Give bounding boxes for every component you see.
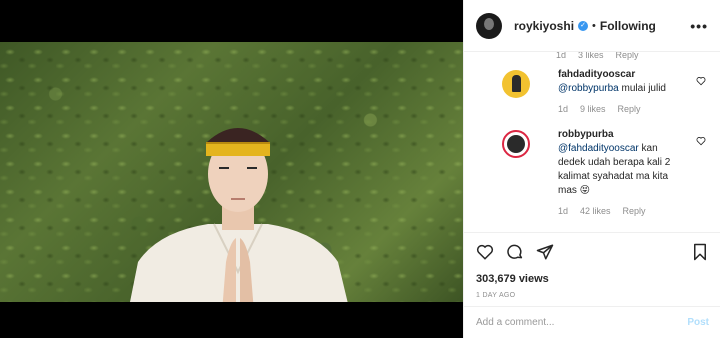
reply-button[interactable]: Reply <box>616 52 639 60</box>
video-frame[interactable] <box>0 42 463 302</box>
comment-text: robbypurba @fahdadityooscar kan dedek ud… <box>558 128 686 198</box>
comment-item: fahdadityooscar @robbypurba mulai julid … <box>502 68 716 114</box>
more-options-icon[interactable]: ••• <box>690 18 708 34</box>
commenter-avatar[interactable] <box>502 130 530 158</box>
following-button[interactable]: Following <box>600 19 656 33</box>
comment-mention[interactable]: @fahdadityooscar <box>558 143 639 154</box>
comment-likes[interactable]: 3 likes <box>578 52 604 60</box>
comment-input[interactable] <box>476 317 688 328</box>
comment-body: mulai julid <box>618 83 666 94</box>
add-comment-bar: Post <box>464 306 720 338</box>
like-comment-heart-icon[interactable] <box>696 136 706 146</box>
post-timestamp[interactable]: 1 DAY AGO <box>476 292 709 299</box>
comment-mention[interactable]: @robbypurba <box>558 83 619 94</box>
comment-meta: 1d 42 likes Reply <box>558 206 716 216</box>
author-username[interactable]: roykiyoshi <box>514 19 574 33</box>
save-bookmark-icon[interactable] <box>691 243 709 261</box>
comment-time: 1d <box>558 206 569 216</box>
commenter-username[interactable]: robbypurba <box>558 129 614 140</box>
comment-likes[interactable]: 9 likes <box>580 104 606 114</box>
partial-comment-meta: 1d 3 likes Reply <box>556 52 639 60</box>
commenter-avatar[interactable] <box>502 70 530 98</box>
comment-text: fahdadityooscar @robbypurba mulai julid <box>558 68 686 96</box>
comment-time: 1d <box>558 104 569 114</box>
like-comment-heart-icon[interactable] <box>696 76 706 86</box>
commenter-username[interactable]: fahdadityooscar <box>558 69 635 80</box>
comment-time: 1d <box>556 52 567 60</box>
share-send-icon[interactable] <box>536 243 554 261</box>
author-avatar[interactable] <box>476 12 502 39</box>
post-comment-button[interactable]: Post <box>687 317 709 328</box>
separator-dot: • <box>592 19 596 32</box>
reply-button[interactable]: Reply <box>618 104 641 114</box>
comment-bubble-icon[interactable] <box>506 243 524 261</box>
post-sidebar: roykiyoshi ✓ • Following ••• 1d 3 likes … <box>463 0 720 338</box>
action-icons <box>476 241 709 263</box>
post-header: roykiyoshi ✓ • Following ••• <box>464 0 720 52</box>
verified-badge-icon: ✓ <box>578 20 589 31</box>
view-count[interactable]: 303,679 views <box>476 273 709 285</box>
person-illustration <box>130 128 348 302</box>
comment-item: robbypurba @fahdadityooscar kan dedek ud… <box>502 128 716 216</box>
comments-list[interactable]: 1d 3 likes Reply fahdadityooscar @robbyp… <box>464 52 720 232</box>
comment-meta: 1d 9 likes Reply <box>558 104 716 114</box>
post-actions: 303,679 views 1 DAY AGO <box>464 232 720 306</box>
comment-likes[interactable]: 42 likes <box>580 206 611 216</box>
video-person <box>118 112 358 302</box>
video-player[interactable] <box>0 0 463 338</box>
reply-button[interactable]: Reply <box>623 206 646 216</box>
like-heart-icon[interactable] <box>476 243 494 261</box>
